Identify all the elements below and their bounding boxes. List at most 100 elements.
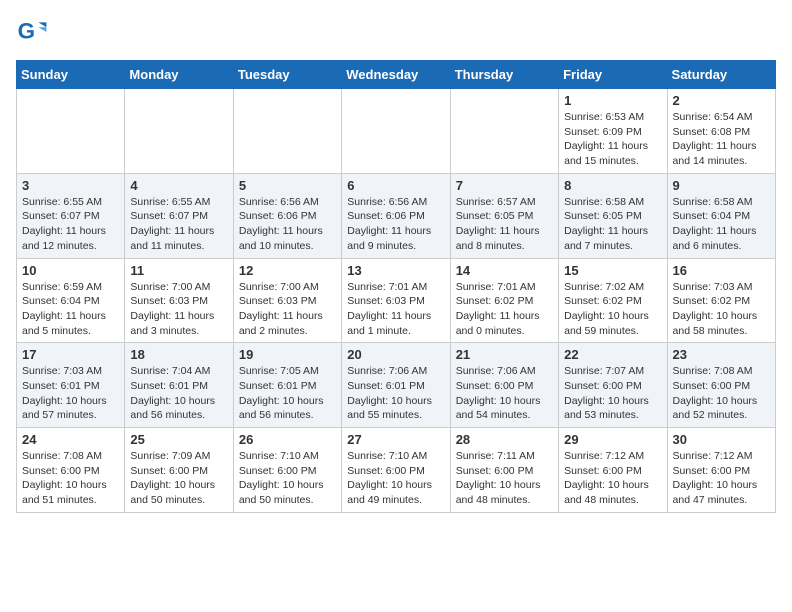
calendar-cell: 8 Sunrise: 6:58 AM Sunset: 6:05 PM Daylig… bbox=[559, 173, 667, 258]
calendar-cell: 17 Sunrise: 7:03 AM Sunset: 6:01 PM Dayli… bbox=[17, 343, 125, 428]
day-number: 26 bbox=[239, 432, 336, 447]
day-number: 22 bbox=[564, 347, 661, 362]
calendar-cell: 18 Sunrise: 7:04 AM Sunset: 6:01 PM Dayli… bbox=[125, 343, 233, 428]
day-info: Sunrise: 7:05 AM Sunset: 6:01 PM Dayligh… bbox=[239, 364, 336, 423]
day-number: 19 bbox=[239, 347, 336, 362]
day-number: 23 bbox=[673, 347, 770, 362]
day-number: 2 bbox=[673, 93, 770, 108]
day-info: Sunrise: 7:01 AM Sunset: 6:03 PM Dayligh… bbox=[347, 280, 444, 339]
calendar-cell: 11Sunrise: 7:00 AM Sunset: 6:03 PM Dayli… bbox=[125, 258, 233, 343]
calendar-cell: 30 Sunrise: 7:12 AM Sunset: 6:00 PM Dayli… bbox=[667, 428, 775, 513]
calendar-cell: 15 Sunrise: 7:02 AM Sunset: 6:02 PM Dayli… bbox=[559, 258, 667, 343]
week-row-3: 10 Sunrise: 6:59 AM Sunset: 6:04 PM Dayli… bbox=[17, 258, 776, 343]
calendar-cell bbox=[450, 89, 558, 174]
weekday-header-friday: Friday bbox=[559, 61, 667, 89]
day-number: 9 bbox=[673, 178, 770, 193]
calendar-cell: 29 Sunrise: 7:12 AM Sunset: 6:00 PM Dayli… bbox=[559, 428, 667, 513]
weekday-header-wednesday: Wednesday bbox=[342, 61, 450, 89]
day-info: Sunrise: 7:03 AM Sunset: 6:01 PM Dayligh… bbox=[22, 364, 119, 423]
day-number: 16 bbox=[673, 263, 770, 278]
day-info: Sunrise: 6:58 AM Sunset: 6:05 PM Dayligh… bbox=[564, 195, 661, 254]
day-info: Sunrise: 7:02 AM Sunset: 6:02 PM Dayligh… bbox=[564, 280, 661, 339]
day-info: Sunrise: 6:56 AM Sunset: 6:06 PM Dayligh… bbox=[347, 195, 444, 254]
day-info: Sunrise: 7:08 AM Sunset: 6:00 PM Dayligh… bbox=[673, 364, 770, 423]
day-number: 12 bbox=[239, 263, 336, 278]
day-info: Sunrise: 7:10 AM Sunset: 6:00 PM Dayligh… bbox=[239, 449, 336, 508]
calendar-cell: 3Sunrise: 6:55 AM Sunset: 6:07 PM Daylig… bbox=[17, 173, 125, 258]
calendar-cell: 26 Sunrise: 7:10 AM Sunset: 6:00 PM Dayli… bbox=[233, 428, 341, 513]
calendar-cell bbox=[233, 89, 341, 174]
day-info: Sunrise: 6:56 AM Sunset: 6:06 PM Dayligh… bbox=[239, 195, 336, 254]
day-info: Sunrise: 6:59 AM Sunset: 6:04 PM Dayligh… bbox=[22, 280, 119, 339]
day-number: 4 bbox=[130, 178, 227, 193]
day-number: 18 bbox=[130, 347, 227, 362]
day-number: 20 bbox=[347, 347, 444, 362]
calendar-cell: 27Sunrise: 7:10 AM Sunset: 6:00 PM Dayli… bbox=[342, 428, 450, 513]
day-number: 13 bbox=[347, 263, 444, 278]
week-row-1: 1 Sunrise: 6:53 AM Sunset: 6:09 PM Daylig… bbox=[17, 89, 776, 174]
day-info: Sunrise: 7:04 AM Sunset: 6:01 PM Dayligh… bbox=[130, 364, 227, 423]
day-number: 6 bbox=[347, 178, 444, 193]
day-number: 30 bbox=[673, 432, 770, 447]
day-number: 25 bbox=[130, 432, 227, 447]
day-number: 29 bbox=[564, 432, 661, 447]
day-number: 11 bbox=[130, 263, 227, 278]
day-number: 1 bbox=[564, 93, 661, 108]
day-info: Sunrise: 6:58 AM Sunset: 6:04 PM Dayligh… bbox=[673, 195, 770, 254]
day-info: Sunrise: 7:10 AM Sunset: 6:00 PM Dayligh… bbox=[347, 449, 444, 508]
calendar-cell: 14 Sunrise: 7:01 AM Sunset: 6:02 PM Dayli… bbox=[450, 258, 558, 343]
day-number: 17 bbox=[22, 347, 119, 362]
day-info: Sunrise: 6:57 AM Sunset: 6:05 PM Dayligh… bbox=[456, 195, 553, 254]
calendar-cell: 21Sunrise: 7:06 AM Sunset: 6:00 PM Dayli… bbox=[450, 343, 558, 428]
day-info: Sunrise: 7:07 AM Sunset: 6:00 PM Dayligh… bbox=[564, 364, 661, 423]
week-row-4: 17 Sunrise: 7:03 AM Sunset: 6:01 PM Dayli… bbox=[17, 343, 776, 428]
calendar-cell: 2 Sunrise: 6:54 AM Sunset: 6:08 PM Daylig… bbox=[667, 89, 775, 174]
calendar-cell: 28 Sunrise: 7:11 AM Sunset: 6:00 PM Dayli… bbox=[450, 428, 558, 513]
calendar-cell: 19 Sunrise: 7:05 AM Sunset: 6:01 PM Dayli… bbox=[233, 343, 341, 428]
day-info: Sunrise: 7:12 AM Sunset: 6:00 PM Dayligh… bbox=[564, 449, 661, 508]
weekday-header-tuesday: Tuesday bbox=[233, 61, 341, 89]
calendar-cell: 13 Sunrise: 7:01 AM Sunset: 6:03 PM Dayli… bbox=[342, 258, 450, 343]
calendar-cell: 12Sunrise: 7:00 AM Sunset: 6:03 PM Dayli… bbox=[233, 258, 341, 343]
weekday-header-row: SundayMondayTuesdayWednesdayThursdayFrid… bbox=[17, 61, 776, 89]
calendar-cell: 4Sunrise: 6:55 AM Sunset: 6:07 PM Daylig… bbox=[125, 173, 233, 258]
calendar-cell: 1 Sunrise: 6:53 AM Sunset: 6:09 PM Daylig… bbox=[559, 89, 667, 174]
calendar-cell: 20 Sunrise: 7:06 AM Sunset: 6:01 PM Dayli… bbox=[342, 343, 450, 428]
calendar: SundayMondayTuesdayWednesdayThursdayFrid… bbox=[16, 60, 776, 513]
day-info: Sunrise: 6:54 AM Sunset: 6:08 PM Dayligh… bbox=[673, 110, 770, 169]
calendar-cell: 10 Sunrise: 6:59 AM Sunset: 6:04 PM Dayli… bbox=[17, 258, 125, 343]
day-info: Sunrise: 7:12 AM Sunset: 6:00 PM Dayligh… bbox=[673, 449, 770, 508]
day-info: Sunrise: 7:06 AM Sunset: 6:01 PM Dayligh… bbox=[347, 364, 444, 423]
week-row-2: 3Sunrise: 6:55 AM Sunset: 6:07 PM Daylig… bbox=[17, 173, 776, 258]
calendar-cell: 24 Sunrise: 7:08 AM Sunset: 6:00 PM Dayli… bbox=[17, 428, 125, 513]
weekday-header-saturday: Saturday bbox=[667, 61, 775, 89]
weekday-header-thursday: Thursday bbox=[450, 61, 558, 89]
day-number: 24 bbox=[22, 432, 119, 447]
weekday-header-sunday: Sunday bbox=[17, 61, 125, 89]
day-number: 15 bbox=[564, 263, 661, 278]
calendar-cell: 25 Sunrise: 7:09 AM Sunset: 6:00 PM Dayli… bbox=[125, 428, 233, 513]
day-number: 7 bbox=[456, 178, 553, 193]
day-info: Sunrise: 7:08 AM Sunset: 6:00 PM Dayligh… bbox=[22, 449, 119, 508]
calendar-cell: 22 Sunrise: 7:07 AM Sunset: 6:00 PM Dayli… bbox=[559, 343, 667, 428]
day-info: Sunrise: 7:01 AM Sunset: 6:02 PM Dayligh… bbox=[456, 280, 553, 339]
week-row-5: 24 Sunrise: 7:08 AM Sunset: 6:00 PM Dayli… bbox=[17, 428, 776, 513]
day-number: 21 bbox=[456, 347, 553, 362]
logo: G bbox=[16, 16, 52, 48]
day-number: 10 bbox=[22, 263, 119, 278]
calendar-cell: 9 Sunrise: 6:58 AM Sunset: 6:04 PM Daylig… bbox=[667, 173, 775, 258]
page-header: G bbox=[16, 16, 776, 48]
day-info: Sunrise: 7:03 AM Sunset: 6:02 PM Dayligh… bbox=[673, 280, 770, 339]
day-info: Sunrise: 7:09 AM Sunset: 6:00 PM Dayligh… bbox=[130, 449, 227, 508]
calendar-cell bbox=[342, 89, 450, 174]
day-info: Sunrise: 6:53 AM Sunset: 6:09 PM Dayligh… bbox=[564, 110, 661, 169]
day-number: 14 bbox=[456, 263, 553, 278]
calendar-cell bbox=[125, 89, 233, 174]
day-number: 5 bbox=[239, 178, 336, 193]
logo-icon: G bbox=[16, 16, 48, 48]
day-number: 3 bbox=[22, 178, 119, 193]
day-number: 8 bbox=[564, 178, 661, 193]
day-info: Sunrise: 7:11 AM Sunset: 6:00 PM Dayligh… bbox=[456, 449, 553, 508]
calendar-cell: 23 Sunrise: 7:08 AM Sunset: 6:00 PM Dayli… bbox=[667, 343, 775, 428]
day-number: 28 bbox=[456, 432, 553, 447]
